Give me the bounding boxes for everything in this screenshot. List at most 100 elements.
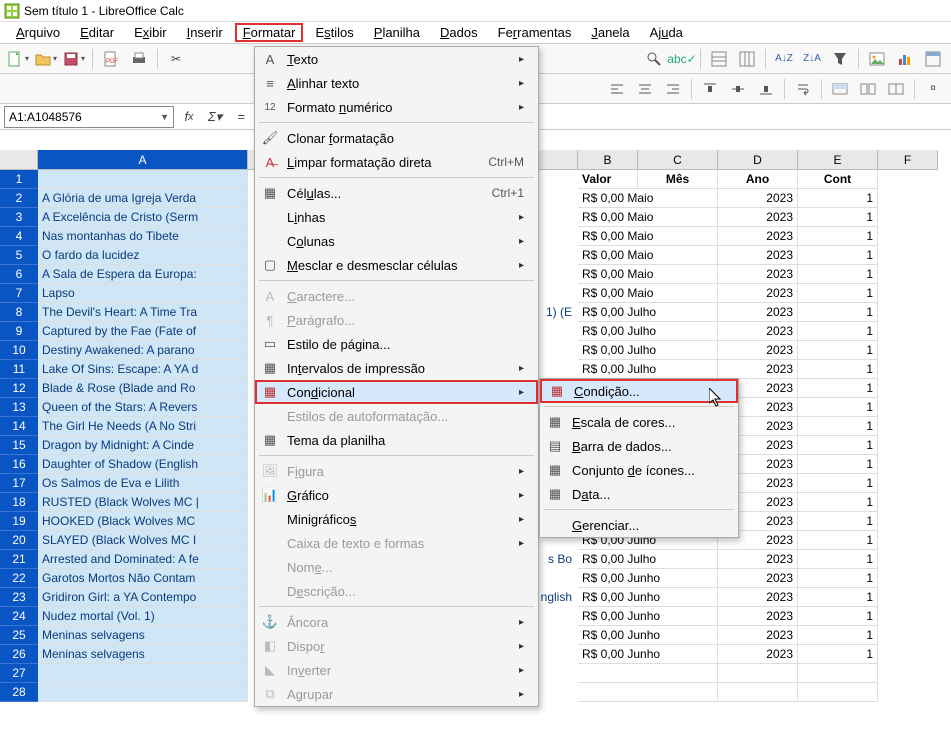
cell[interactable]: [718, 664, 798, 683]
row-header[interactable]: 4: [0, 227, 38, 246]
cell[interactable]: 2023: [718, 341, 798, 360]
cell[interactable]: R$ 0,00 Maio: [578, 227, 718, 246]
cell[interactable]: Ano: [718, 170, 798, 189]
cell[interactable]: 1: [798, 341, 878, 360]
menu-janela[interactable]: Janela: [583, 23, 637, 42]
sort-desc-button[interactable]: Z↓A: [800, 47, 824, 71]
cell[interactable]: 1: [798, 246, 878, 265]
row-header[interactable]: 2: [0, 189, 38, 208]
menu-estilos[interactable]: Estilos: [307, 23, 361, 42]
cell[interactable]: 2023: [718, 208, 798, 227]
cell[interactable]: [38, 664, 248, 683]
new-button[interactable]: [6, 47, 30, 71]
row-header[interactable]: 6: [0, 265, 38, 284]
col-header-c[interactable]: C: [638, 150, 718, 170]
cell[interactable]: 2023: [718, 550, 798, 569]
cell[interactable]: R$ 0,00 Julho: [578, 322, 718, 341]
cell[interactable]: 2023: [718, 322, 798, 341]
row-header[interactable]: 24: [0, 607, 38, 626]
cell[interactable]: Garotos Mortos Não Contam: [38, 569, 248, 588]
cell[interactable]: R$ 0,00 Junho: [578, 607, 718, 626]
row-header[interactable]: 3: [0, 208, 38, 227]
menu-planilha[interactable]: Planilha: [366, 23, 428, 42]
cell[interactable]: The Girl He Needs (A No Stri: [38, 417, 248, 436]
row-header[interactable]: 27: [0, 664, 38, 683]
menu-item-alinhar-texto[interactable]: ≡Alinhar texto▸: [255, 71, 538, 95]
cell[interactable]: Nas montanhas do Tibete: [38, 227, 248, 246]
row-header[interactable]: 8: [0, 303, 38, 322]
cell[interactable]: 1: [798, 208, 878, 227]
row-header[interactable]: 10: [0, 341, 38, 360]
cell[interactable]: 1: [798, 607, 878, 626]
wrap-text-button[interactable]: [791, 77, 815, 101]
cell[interactable]: R$ 0,00 Junho: [578, 569, 718, 588]
cell[interactable]: Arrested and Dominated: A fe: [38, 550, 248, 569]
row-header[interactable]: 20: [0, 531, 38, 550]
cell[interactable]: Gridiron Girl: a YA Contempo: [38, 588, 248, 607]
cell[interactable]: 1: [798, 493, 878, 512]
menu-item-texto[interactable]: ATexto▸: [255, 47, 538, 71]
cell[interactable]: [38, 170, 248, 189]
menu-item-celulas[interactable]: ▦Células...Ctrl+1: [255, 181, 538, 205]
cell[interactable]: 2023: [718, 607, 798, 626]
cell[interactable]: A Glória de uma Igreja Verda: [38, 189, 248, 208]
cell[interactable]: Lake Of Sins: Escape: A YA d: [38, 360, 248, 379]
sort-asc-button[interactable]: A↓Z: [772, 47, 796, 71]
function-wizard-button[interactable]: fx: [178, 106, 200, 128]
cell[interactable]: 1: [798, 265, 878, 284]
insert-col-button[interactable]: [735, 47, 759, 71]
cell[interactable]: Cont: [798, 170, 878, 189]
cell[interactable]: 2023: [718, 626, 798, 645]
cell[interactable]: 1: [798, 455, 878, 474]
autofilter-button[interactable]: [828, 47, 852, 71]
cell[interactable]: R$ 0,00 Junho: [578, 588, 718, 607]
row-header[interactable]: 7: [0, 284, 38, 303]
menu-item-linhas[interactable]: Linhas▸: [255, 205, 538, 229]
menu-editar[interactable]: Editar: [72, 23, 122, 42]
menu-item-intervalos[interactable]: ▦Intervalos de impressão▸: [255, 356, 538, 380]
chevron-down-icon[interactable]: ▼: [160, 112, 169, 122]
cell[interactable]: O fardo da lucidez: [38, 246, 248, 265]
spellcheck-button[interactable]: abc✓: [670, 47, 694, 71]
insert-chart-button[interactable]: [893, 47, 917, 71]
cell[interactable]: 1: [798, 436, 878, 455]
cell[interactable]: Valor: [578, 170, 638, 189]
cell[interactable]: 1: [798, 569, 878, 588]
row-header[interactable]: 28: [0, 683, 38, 702]
row-header[interactable]: 25: [0, 626, 38, 645]
menu-exibir[interactable]: Exibir: [126, 23, 175, 42]
cell[interactable]: Os Salmos de Eva e Lilith: [38, 474, 248, 493]
cell[interactable]: 2023: [718, 284, 798, 303]
align-middle-button[interactable]: [726, 77, 750, 101]
menu-item-estilo-pagina[interactable]: ▭Estilo de página...: [255, 332, 538, 356]
cell[interactable]: 2023: [718, 645, 798, 664]
cell[interactable]: R$ 0,00 Julho: [578, 303, 718, 322]
insert-row-button[interactable]: [707, 47, 731, 71]
save-button[interactable]: [62, 47, 86, 71]
row-header[interactable]: 17: [0, 474, 38, 493]
cell[interactable]: HOOKED (Black Wolves MC: [38, 512, 248, 531]
menu-item-grafico[interactable]: 📊Gráfico▸: [255, 483, 538, 507]
align-right-button[interactable]: [661, 77, 685, 101]
cell[interactable]: 1: [798, 284, 878, 303]
cell[interactable]: RUSTED (Black Wolves MC |: [38, 493, 248, 512]
menu-item-tema[interactable]: ▦Tema da planilha: [255, 428, 538, 452]
open-button[interactable]: [34, 47, 58, 71]
cell[interactable]: R$ 0,00 Julho: [578, 360, 718, 379]
submenu-escala-cores[interactable]: ▦Escala de cores...: [540, 410, 738, 434]
find-replace-button[interactable]: [642, 47, 666, 71]
cell[interactable]: R$ 0,00 Maio: [578, 246, 718, 265]
select-all-corner[interactable]: [0, 150, 38, 170]
menu-item-minigraficos[interactable]: Minigráficos▸: [255, 507, 538, 531]
menu-item-mesclar[interactable]: ▢Mesclar e desmesclar células▸: [255, 253, 538, 277]
row-header[interactable]: 12: [0, 379, 38, 398]
menu-ajuda[interactable]: Ajuda: [642, 23, 691, 42]
menu-arquivo[interactable]: Arquivo: [8, 23, 68, 42]
row-header[interactable]: 22: [0, 569, 38, 588]
cell[interactable]: 1: [798, 189, 878, 208]
row-header[interactable]: 13: [0, 398, 38, 417]
row-header[interactable]: 19: [0, 512, 38, 531]
menu-formatar[interactable]: Formatar: [235, 23, 304, 42]
cell[interactable]: R$ 0,00 Maio: [578, 284, 718, 303]
cell[interactable]: 1: [798, 645, 878, 664]
